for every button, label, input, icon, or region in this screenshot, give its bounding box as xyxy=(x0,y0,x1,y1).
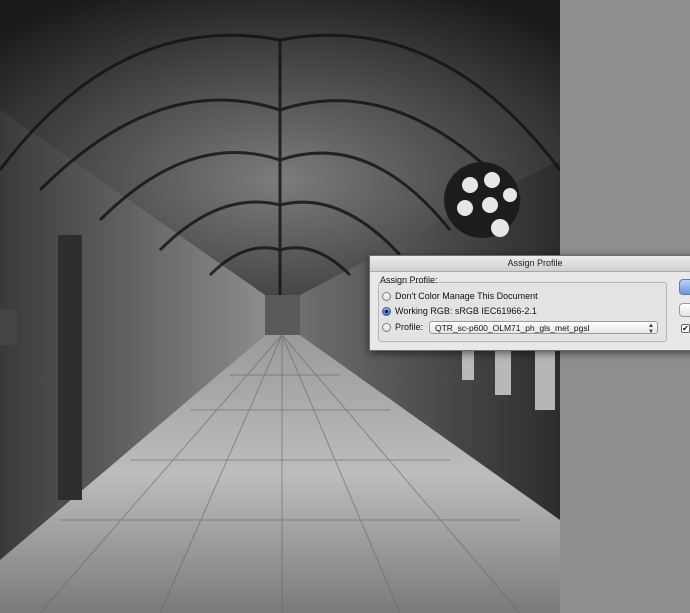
option-dont-color-manage[interactable]: Don't Color Manage This Document xyxy=(382,290,538,302)
radio-profile[interactable] xyxy=(382,322,391,332)
group-label: Assign Profile: xyxy=(380,275,438,285)
option-dont-color-manage-label: Don't Color Manage This Document xyxy=(395,291,538,301)
option-profile-label: Profile: xyxy=(395,322,424,332)
preview-checkbox[interactable]: ✔ xyxy=(681,324,690,333)
ok-button[interactable] xyxy=(679,279,690,295)
dialog-title[interactable]: Assign Profile xyxy=(370,256,690,272)
select-arrows-icon: ▲ ▼ xyxy=(648,323,654,334)
profile-select[interactable]: QTR_sc-p600_OLM71_ph_gls_met_pgsl ▲ ▼ xyxy=(429,321,658,334)
option-working-rgb-label: Working RGB: sRGB IEC61966-2.1 xyxy=(395,306,537,316)
option-working-rgb[interactable]: Working RGB: sRGB IEC61966-2.1 xyxy=(382,305,537,317)
assign-profile-dialog: Assign Profile Assign Profile: Don't Col… xyxy=(369,255,690,351)
radio-dont-color-manage[interactable] xyxy=(382,291,391,301)
cancel-button[interactable] xyxy=(679,303,690,317)
radio-working-rgb[interactable] xyxy=(382,306,391,316)
profile-select-value: QTR_sc-p600_OLM71_ph_gls_met_pgsl xyxy=(435,323,590,333)
option-profile[interactable]: Profile: xyxy=(382,321,423,333)
